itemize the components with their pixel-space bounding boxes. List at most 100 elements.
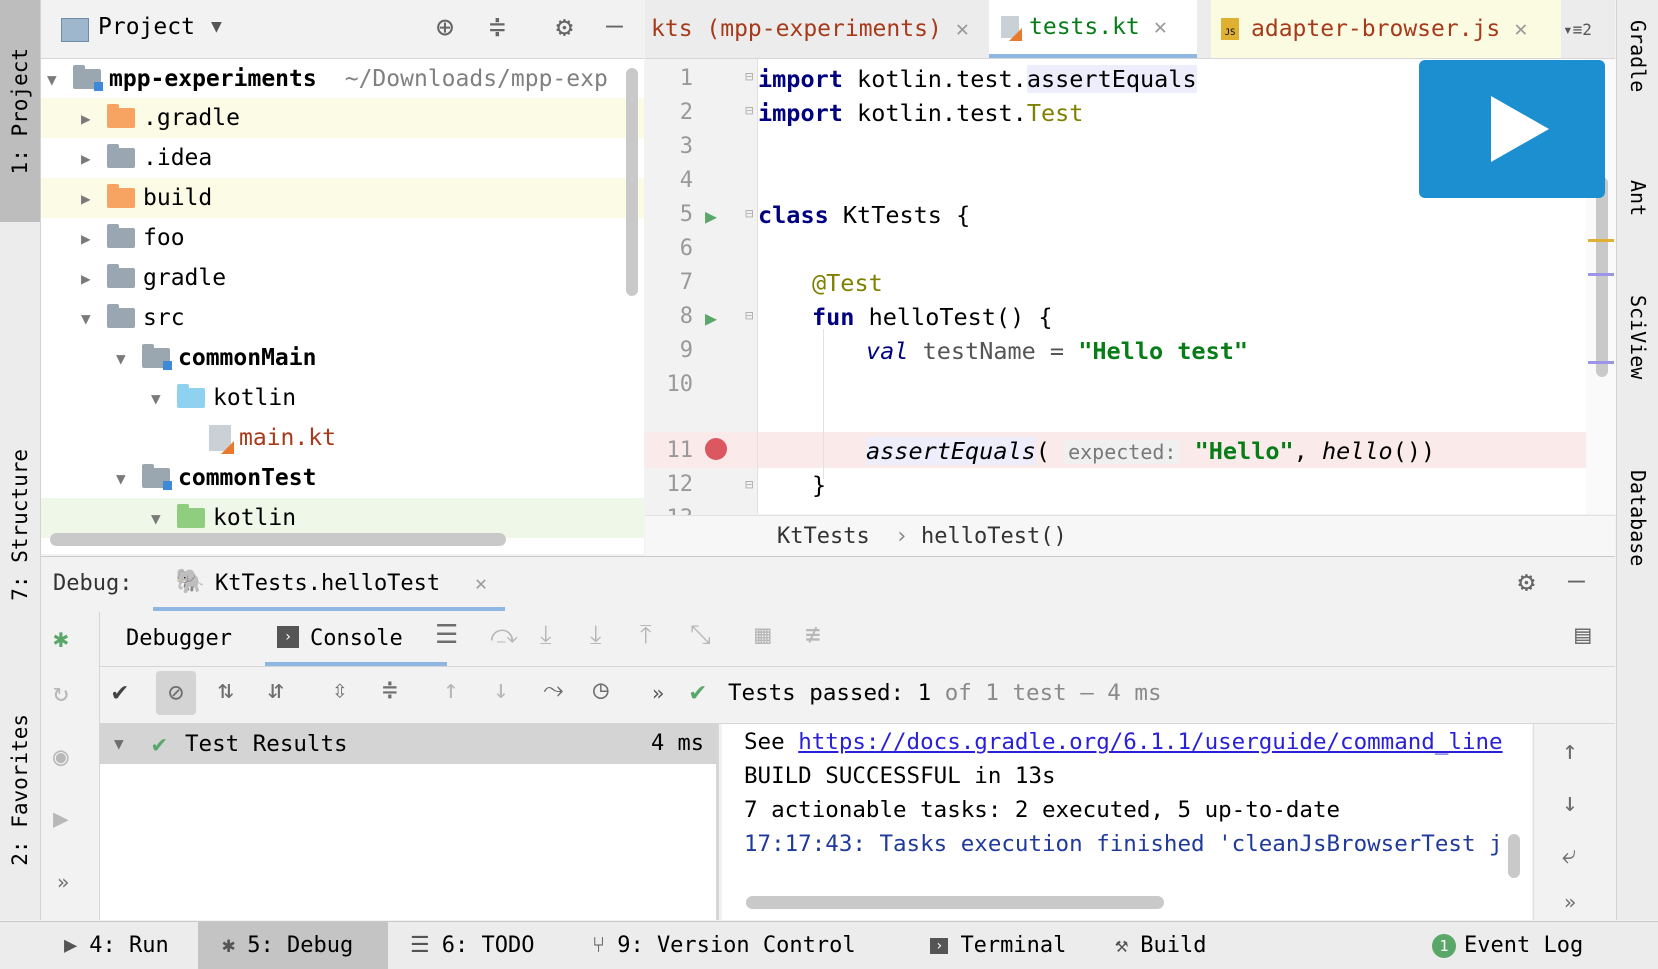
fold-icon[interactable]: ⊟ [745, 477, 753, 493]
eye-icon[interactable]: ◉ [53, 742, 69, 772]
tree-horizontal-scrollbar[interactable] [50, 533, 506, 546]
debug-session-tab[interactable]: 🐘 KtTests.helloTest ✕ [153, 557, 505, 611]
breadcrumb-class[interactable]: KtTests [777, 524, 870, 549]
bottom-tab-event-log[interactable]: 1 Event Log [1432, 922, 1583, 969]
gear-icon[interactable]: ⚙ [556, 10, 573, 43]
tree-vertical-scrollbar[interactable] [626, 68, 638, 296]
tool-tab-structure[interactable]: 7: Structure [0, 420, 40, 630]
tree-row-commonmain[interactable]: ▼ commonMain [41, 338, 644, 378]
collapse-all-icon[interactable]: ≑ [382, 675, 398, 705]
scrollbar-thumb[interactable] [1596, 177, 1608, 377]
chevron-down-icon[interactable]: ▼ [151, 389, 171, 408]
evaluate-expression-icon[interactable]: ▦ [755, 620, 771, 650]
minimize-icon[interactable]: — [606, 8, 623, 41]
trace-icon[interactable]: ≢ [805, 620, 821, 650]
chevron-down-icon[interactable]: ▼ [116, 469, 136, 488]
step-over-icon[interactable]: ⤼ [490, 620, 518, 651]
history-icon[interactable]: ◷ [593, 675, 609, 705]
close-icon[interactable]: ✕ [956, 17, 969, 42]
gear-icon[interactable]: ⚙ [1518, 565, 1535, 598]
tab-console[interactable]: › Console [265, 612, 447, 666]
arrow-down-icon[interactable]: ↓ [1562, 788, 1578, 818]
run-to-cursor-icon[interactable]: ⤡ [690, 620, 711, 651]
tree-row-gradle-dir[interactable]: ▶ .gradle [41, 98, 644, 138]
more-icon[interactable]: » [1564, 890, 1576, 914]
tool-tab-database[interactable]: Database [1617, 470, 1658, 620]
project-panel-title[interactable]: Project [98, 14, 195, 40]
tool-tab-sciview[interactable]: SciView [1617, 295, 1658, 435]
run-test-icon[interactable]: ▶ [705, 306, 717, 330]
bottom-tab-run[interactable]: ▶ 4: Run [64, 922, 169, 969]
chevron-down-icon[interactable]: ▼ [114, 734, 124, 753]
tool-tab-gradle[interactable]: Gradle [1617, 20, 1658, 140]
tree-row-commontest[interactable]: ▼ commonTest [41, 458, 644, 498]
tree-row-gradle[interactable]: ▶ gradle [41, 258, 644, 298]
locate-icon[interactable]: ⊕ [436, 10, 454, 45]
force-step-into-icon[interactable]: ⤓ [590, 620, 602, 651]
sort-alpha-icon[interactable]: ⇅ [218, 675, 234, 705]
more-icon[interactable]: » [57, 870, 69, 894]
breadcrumb-method[interactable]: helloTest() [921, 524, 1067, 549]
chevron-right-icon[interactable]: ▶ [81, 189, 101, 208]
tool-tab-project[interactable]: 1: Project [0, 0, 40, 222]
fold-icon[interactable]: ⊟ [745, 69, 753, 85]
chevron-right-icon[interactable]: ▶ [81, 269, 101, 288]
bottom-tab-build[interactable]: ⚒ Build [1115, 922, 1206, 969]
debug-bug-icon[interactable]: ✱ [53, 624, 69, 654]
collapse-all-icon[interactable]: ≑ [489, 10, 506, 43]
console-link[interactable]: https://docs.gradle.org/6.1.1/userguide/… [798, 729, 1502, 755]
warning-marker[interactable] [1588, 239, 1614, 242]
tree-row-main-kt[interactable]: main.kt [41, 418, 644, 458]
tab-overflow[interactable]: ▾≡ 2 [1563, 0, 1592, 58]
bottom-tab-debug[interactable]: ✱ 5: Debug [198, 922, 388, 969]
toolbar-overflow[interactable]: » [652, 681, 664, 705]
resume-icon[interactable]: ▶ [53, 804, 69, 834]
layout-icon[interactable]: ▤ [1575, 620, 1591, 650]
console-horizontal-scrollbar[interactable] [746, 896, 1164, 909]
tool-tab-favorites[interactable]: 2: Favorites [0, 690, 40, 890]
chevron-down-icon[interactable]: ▼ [116, 349, 136, 368]
usage-marker[interactable] [1588, 273, 1614, 276]
fold-icon[interactable]: ⊟ [745, 206, 753, 222]
video-play-button[interactable] [1419, 60, 1605, 198]
step-into-icon[interactable]: ⤓ [540, 620, 552, 651]
bottom-tab-terminal[interactable]: › Terminal [930, 922, 1066, 969]
run-test-icon[interactable]: ▶ [705, 204, 717, 228]
chevron-down-icon[interactable]: ▼ [211, 16, 222, 37]
tree-row-idea[interactable]: ▶ .idea [41, 138, 644, 178]
close-icon[interactable]: ✕ [1514, 17, 1527, 42]
editor-tab-kts[interactable]: kts (mpp-experiments) ✕ [651, 0, 969, 58]
rerun-icon[interactable]: ↻ [53, 678, 69, 708]
console-output[interactable]: See https://docs.gradle.org/6.1.1/usergu… [722, 724, 1532, 920]
tree-row-src[interactable]: ▼ src [41, 298, 644, 338]
next-icon[interactable]: ↓ [493, 675, 509, 705]
menu-icon[interactable]: ☰ [435, 620, 458, 650]
chevron-down-icon[interactable]: ▼ [47, 70, 67, 89]
arrow-up-icon[interactable]: ↑ [1562, 736, 1578, 766]
chevron-down-icon[interactable]: ▼ [151, 509, 171, 528]
step-out-icon[interactable]: ⤒ [640, 620, 652, 651]
minimize-icon[interactable]: — [1568, 563, 1585, 596]
soft-wrap-icon[interactable]: ⤶ [1562, 840, 1577, 871]
breakpoint-icon[interactable] [705, 438, 727, 460]
tree-row-kotlin-main[interactable]: ▼ kotlin [41, 378, 644, 418]
fold-icon[interactable]: ⊟ [745, 103, 753, 119]
chevron-right-icon[interactable]: ▶ [81, 109, 101, 128]
expand-all-icon[interactable]: ⇳ [332, 675, 348, 705]
tree-row-root[interactable]: ▼ mpp-experiments ~/Downloads/mpp-exp [41, 59, 622, 99]
usage-marker[interactable] [1588, 361, 1614, 364]
chevron-right-icon[interactable]: ▶ [81, 229, 101, 248]
show-ignored-icon[interactable]: ⊘ [156, 671, 196, 715]
tree-row-kotlin-test[interactable]: ▼ kotlin [41, 498, 644, 538]
previous-icon[interactable]: ↑ [443, 675, 459, 705]
test-results-row[interactable]: ▼ ✔ Test Results 4 ms [100, 724, 716, 764]
tree-row-build[interactable]: ▶ build [41, 178, 644, 218]
sort-duration-icon[interactable]: ⇵ [268, 675, 284, 705]
chevron-down-icon[interactable]: ▼ [81, 309, 101, 328]
editor-tab-adapter-js[interactable]: JS adapter-browser.js ✕ [1211, 0, 1561, 58]
fold-icon[interactable]: ⊟ [745, 308, 753, 324]
console-vertical-scrollbar[interactable] [1508, 834, 1520, 878]
close-icon[interactable]: ✕ [1154, 15, 1167, 40]
chevron-right-icon[interactable]: ▶ [81, 149, 101, 168]
tree-row-foo[interactable]: ▶ foo [41, 218, 644, 258]
